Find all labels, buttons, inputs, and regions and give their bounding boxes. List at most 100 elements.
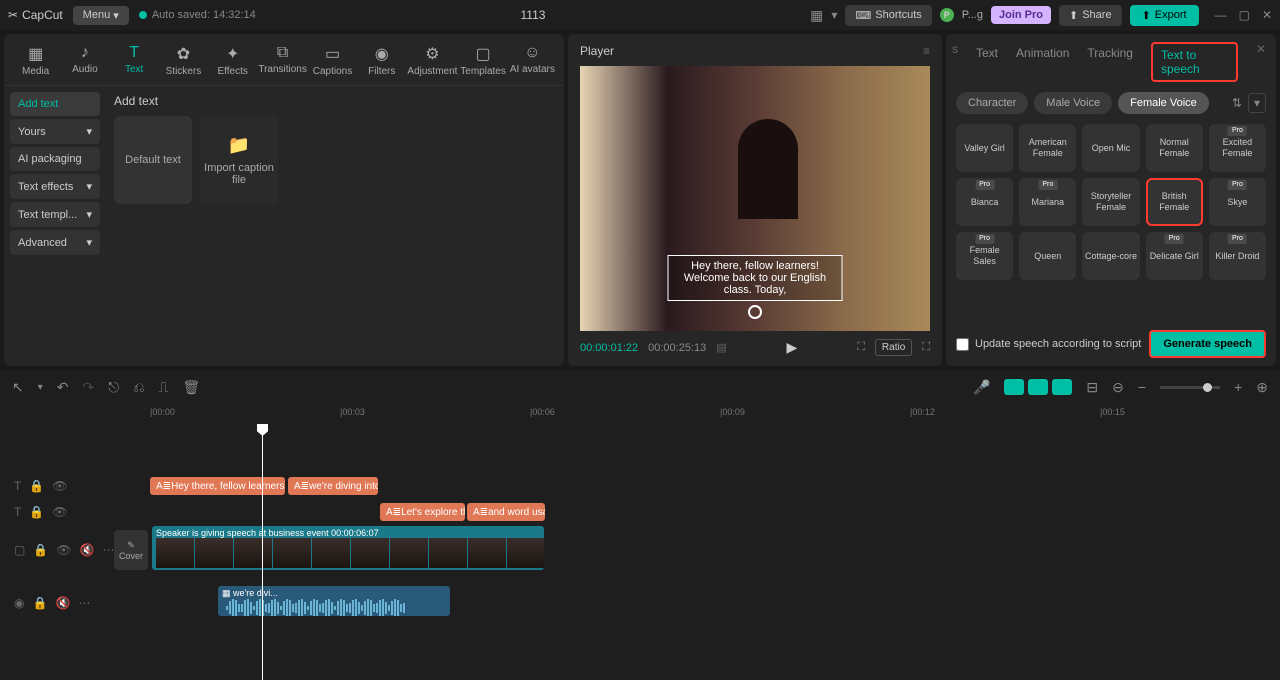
eye-icon[interactable]: 👁 xyxy=(56,543,71,557)
list-icon[interactable]: ▤ xyxy=(716,341,726,354)
voice-normal-female[interactable]: Normal Female xyxy=(1146,124,1203,172)
filter-male[interactable]: Male Voice xyxy=(1034,92,1112,114)
voice-bianca[interactable]: ProBianca xyxy=(956,178,1013,226)
asset-tab-ai-avatars[interactable]: ☺AI avatars xyxy=(509,40,556,85)
voice-mariana[interactable]: ProMariana xyxy=(1019,178,1076,226)
more-icon[interactable]: ⋯ xyxy=(78,596,90,610)
audio-clip[interactable]: ▦ we're divi... xyxy=(218,586,450,616)
zoom-slider[interactable] xyxy=(1160,386,1220,389)
voice-queen[interactable]: Queen xyxy=(1019,232,1076,280)
voice-female-sales[interactable]: ProFemale Sales xyxy=(956,232,1013,280)
voice-cottage-core[interactable]: Cottage-core xyxy=(1082,232,1139,280)
tab-scroll-left[interactable]: s xyxy=(952,42,958,82)
voice-valley-girl[interactable]: Valley Girl xyxy=(956,124,1013,172)
delete-icon[interactable]: 🗑 xyxy=(182,379,200,396)
redo-icon[interactable]: ↷ xyxy=(83,379,95,396)
sidebar-advanced[interactable]: Advanced▾ xyxy=(10,230,100,255)
tab-text[interactable]: Text xyxy=(976,42,998,82)
lock-icon[interactable]: 🔒 xyxy=(29,479,44,493)
playhead[interactable] xyxy=(262,424,263,680)
sidebar-text-effects[interactable]: Text effects▾ xyxy=(10,174,100,199)
dropdown-icon[interactable]: ▾ xyxy=(1248,93,1266,113)
voice-open-mic[interactable]: Open Mic xyxy=(1082,124,1139,172)
sidebar-ai-packaging[interactable]: AI packaging xyxy=(10,147,100,171)
layout-chevron-icon[interactable]: ▾ xyxy=(831,8,837,22)
lock-icon[interactable]: 🔒 xyxy=(32,596,47,610)
export-button[interactable]: ⬆Export xyxy=(1130,5,1199,26)
sidebar-text-templates[interactable]: Text templ...▾ xyxy=(10,202,100,227)
asset-tab-filters[interactable]: ◉Filters xyxy=(358,40,405,85)
mute-icon[interactable]: 🔇 xyxy=(55,596,70,610)
asset-tab-adjustment[interactable]: ⚙Adjustment xyxy=(407,40,457,85)
asset-tab-transitions[interactable]: ⧉Transitions xyxy=(258,40,307,85)
sidebar-yours[interactable]: Yours▾ xyxy=(10,119,100,144)
video-preview[interactable]: Hey there, fellow learners! Welcome back… xyxy=(580,66,930,331)
default-text-card[interactable]: Default text xyxy=(114,116,192,204)
zoom-minus-icon[interactable]: − xyxy=(1138,379,1146,395)
filter-character[interactable]: Character xyxy=(956,92,1028,114)
minimize-icon[interactable]: — xyxy=(1215,8,1227,22)
share-button[interactable]: ⬆Share xyxy=(1059,5,1122,26)
asset-tab-captions[interactable]: ▭Captions xyxy=(309,40,356,85)
mic-icon[interactable]: 🎤 xyxy=(973,379,990,396)
menu-icon[interactable]: ≡ xyxy=(923,44,930,58)
asset-tab-stickers[interactable]: ✿Stickers xyxy=(160,40,207,85)
video-clip[interactable]: Speaker is giving speech at business eve… xyxy=(152,526,544,570)
cover-button[interactable]: ✎Cover xyxy=(114,530,148,570)
rotate-handle-icon[interactable] xyxy=(748,305,762,319)
close-icon[interactable]: ✕ xyxy=(1262,8,1272,22)
zoom-out-icon[interactable]: ⊖ xyxy=(1112,379,1124,396)
text-clip[interactable]: A≣ we're diving into xyxy=(288,477,378,495)
pointer-icon[interactable]: ↖ xyxy=(12,379,24,396)
voice-skye[interactable]: ProSkye xyxy=(1209,178,1266,226)
tab-text-to-speech[interactable]: Text to speech xyxy=(1151,42,1238,82)
zoom-fit-icon[interactable]: ⊕ xyxy=(1256,379,1268,396)
subtitle-overlay[interactable]: Hey there, fellow learners! Welcome back… xyxy=(668,255,843,301)
ratio-button[interactable]: Ratio xyxy=(875,339,912,356)
crop-icon[interactable]: ⛶ xyxy=(857,341,865,354)
mute-icon[interactable]: 🔇 xyxy=(80,543,95,557)
tab-tracking[interactable]: Tracking xyxy=(1087,42,1133,82)
menu-button[interactable]: Menu ▾ xyxy=(73,6,129,25)
filter-female[interactable]: Female Voice xyxy=(1118,92,1209,114)
asset-tab-text[interactable]: TText xyxy=(111,40,158,85)
voice-killer-droid[interactable]: ProKiller Droid xyxy=(1209,232,1266,280)
lock-icon[interactable]: 🔒 xyxy=(33,543,48,557)
asset-tab-media[interactable]: ▦Media xyxy=(12,40,59,85)
eye-icon[interactable]: 👁 xyxy=(52,479,67,493)
magnet-icon[interactable] xyxy=(1028,379,1048,395)
text-clip[interactable]: A≣ Hey there, fellow learners! V xyxy=(150,477,285,495)
split-left-icon[interactable]: ⎌ xyxy=(133,379,144,396)
eye-icon[interactable]: 👁 xyxy=(52,505,67,519)
layout-icon[interactable]: ▦ xyxy=(810,7,823,24)
chevron-down-icon[interactable]: ▾ xyxy=(38,382,43,393)
split-right-icon[interactable]: ⎍ xyxy=(159,379,169,396)
split-icon[interactable]: ⎋ xyxy=(108,379,119,396)
tab-animation[interactable]: Animation xyxy=(1016,42,1069,82)
zoom-plus-icon[interactable]: + xyxy=(1234,379,1242,395)
asset-tab-effects[interactable]: ✦Effects xyxy=(209,40,256,85)
voice-american-female[interactable]: American Female xyxy=(1019,124,1076,172)
voice-storyteller-female[interactable]: Storyteller Female xyxy=(1082,178,1139,226)
text-clip[interactable]: A≣ and word usa xyxy=(467,503,545,521)
more-icon[interactable]: ⋯ xyxy=(102,543,114,557)
maximize-icon[interactable]: ▢ xyxy=(1239,8,1250,22)
sort-icon[interactable]: ⇅ xyxy=(1232,96,1242,110)
generate-speech-button[interactable]: Generate speech xyxy=(1149,330,1266,358)
voice-delicate-girl[interactable]: ProDelicate Girl xyxy=(1146,232,1203,280)
magnet-icon[interactable] xyxy=(1052,379,1072,395)
import-caption-card[interactable]: 📁 Import caption file xyxy=(200,116,278,204)
fullscreen-icon[interactable]: ⛶ xyxy=(922,341,930,354)
undo-icon[interactable]: ↶ xyxy=(57,379,69,396)
voice-british-female[interactable]: British Female xyxy=(1146,178,1203,226)
update-speech-checkbox[interactable]: Update speech according to script xyxy=(956,338,1141,351)
play-button[interactable]: ▶ xyxy=(787,339,798,356)
lock-icon[interactable]: 🔒 xyxy=(29,505,44,519)
asset-tab-audio[interactable]: ♪Audio xyxy=(61,40,108,85)
checkbox-input[interactable] xyxy=(956,338,969,351)
voice-excited-female[interactable]: ProExcited Female xyxy=(1209,124,1266,172)
join-pro-button[interactable]: Join Pro xyxy=(991,6,1051,24)
align-icon[interactable]: ⊟ xyxy=(1086,379,1098,396)
shortcuts-button[interactable]: ⌨Shortcuts xyxy=(845,5,931,26)
timeline-ruler[interactable]: |00:00|00:03|00:06|00:09|00:12|00:15 xyxy=(0,404,1280,424)
